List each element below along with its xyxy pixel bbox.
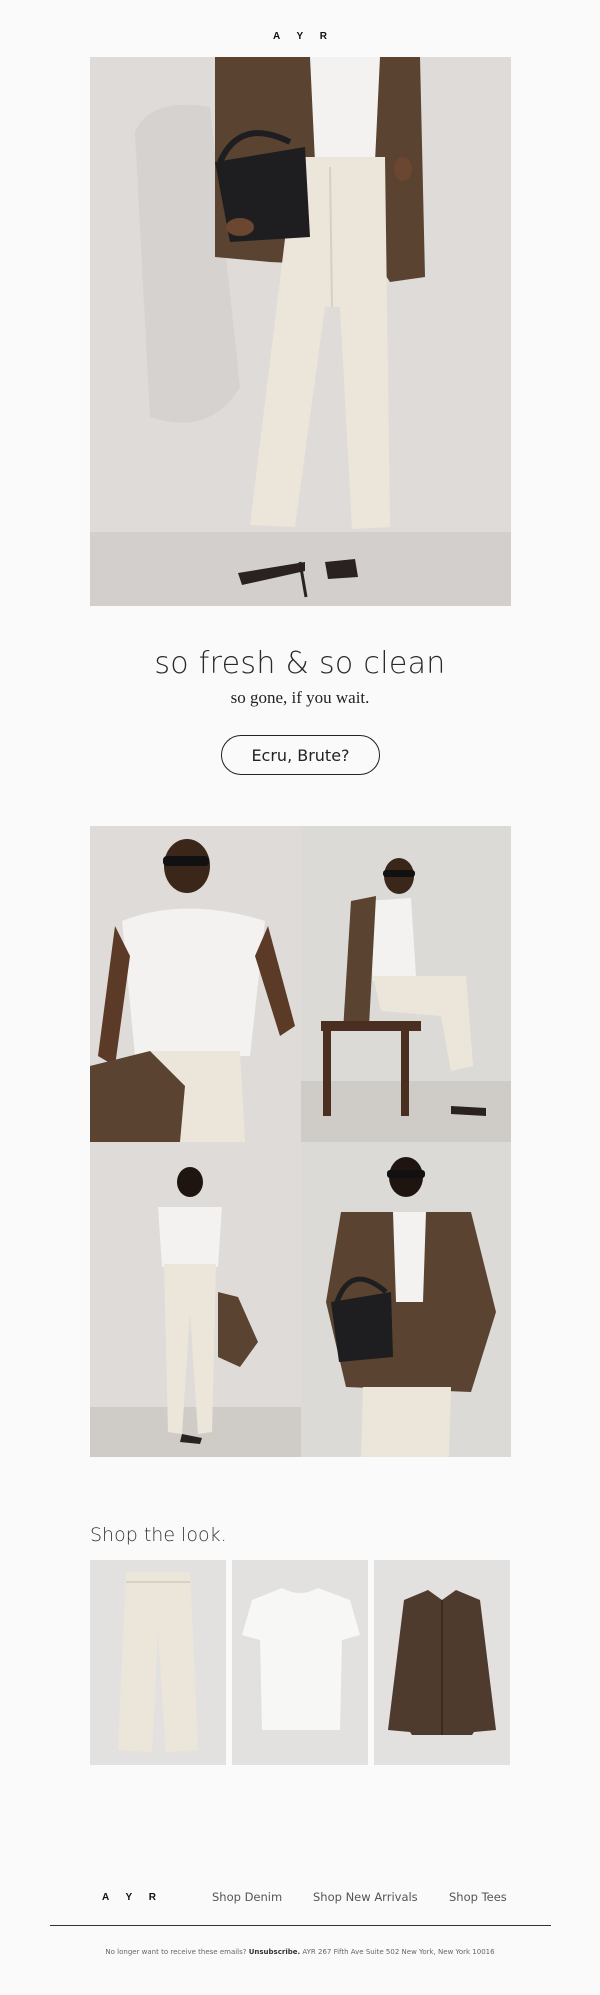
ecru-jeans-product-icon — [90, 1560, 226, 1765]
hero-subheadline: so gone, if you wait. — [230, 688, 370, 707]
brown-suede-jacket-product-icon — [374, 1560, 510, 1765]
lookbook-photo-sunglasses-tee[interactable] — [90, 826, 301, 1142]
product-white-tee[interactable] — [232, 1560, 368, 1765]
lookbook-photo-grid — [90, 826, 511, 1457]
brand-logo[interactable]: A Y R — [0, 31, 600, 42]
company-address: AYR 267 Fifth Ave Suite 502 New York, Ne… — [302, 1948, 495, 1956]
footer-link-shop-new-arrivals[interactable]: Shop New Arrivals — [313, 1890, 418, 1904]
product-ecru-jeans[interactable] — [90, 1560, 226, 1765]
lookbook-photo-jacket-bag[interactable] — [301, 1142, 511, 1457]
lookbook-photo-back-view[interactable] — [90, 1142, 301, 1457]
shop-the-look-title: Shop the look. — [90, 1524, 227, 1546]
footer-divider — [50, 1925, 551, 1926]
footer-link-shop-denim[interactable]: Shop Denim — [212, 1890, 282, 1904]
white-tee-product-icon — [232, 1560, 368, 1765]
product-brown-suede-jacket[interactable] — [374, 1560, 510, 1765]
footer-link-shop-tees[interactable]: Shop Tees — [449, 1890, 507, 1904]
footer-legal-text: No longer want to receive these emails? … — [0, 1948, 600, 1956]
lookbook-photo-seated-chair[interactable] — [301, 826, 511, 1142]
footer-brand-logo[interactable]: A Y R — [102, 1892, 163, 1903]
hero-headline: so fresh & so clean — [154, 646, 446, 681]
unsubscribe-link[interactable]: Unsubscribe. — [249, 1948, 300, 1956]
legal-prefix: No longer want to receive these emails? — [105, 1948, 247, 1956]
ecru-brute-cta-button[interactable]: Ecru, Brute? — [221, 735, 380, 775]
hero-image[interactable] — [90, 57, 511, 606]
